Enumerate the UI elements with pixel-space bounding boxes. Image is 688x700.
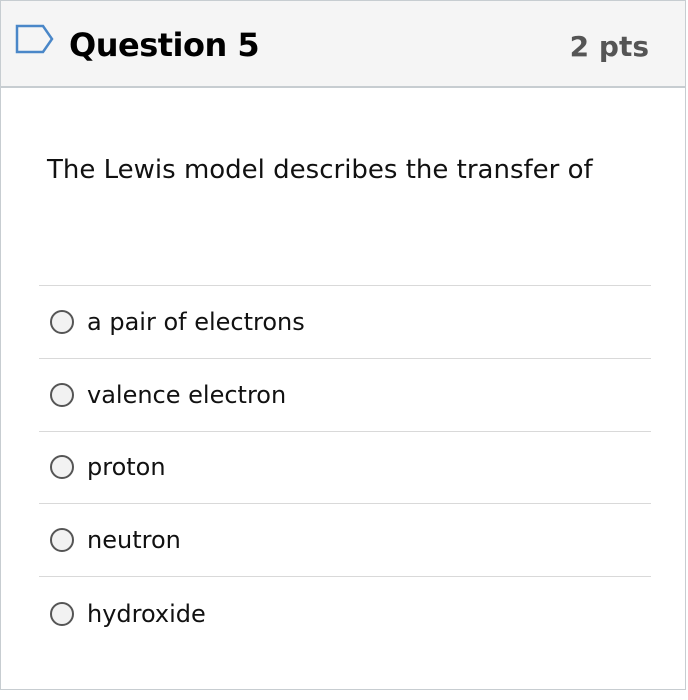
answer-option[interactable]: valence electron — [39, 359, 651, 432]
question-title: Question 5 — [69, 26, 260, 64]
question-points: 2 pts — [569, 30, 649, 63]
radio-button[interactable] — [50, 455, 74, 480]
question-header: Question 5 2 pts — [1, 1, 685, 88]
answer-option[interactable]: proton — [39, 432, 651, 505]
answer-label: proton — [87, 453, 166, 482]
answer-label: neutron — [87, 526, 181, 555]
answer-label: hydroxide — [87, 599, 206, 628]
answer-option[interactable]: hydroxide — [39, 577, 651, 650]
answer-option[interactable]: neutron — [39, 504, 651, 578]
question-text: The Lewis model describes the transfer o… — [47, 155, 593, 185]
answer-label: a pair of electrons — [87, 307, 305, 336]
radio-button[interactable] — [50, 601, 74, 626]
answer-option[interactable]: a pair of electrons — [39, 286, 651, 359]
answer-list: a pair of electrons valence electron pro… — [39, 285, 651, 650]
answer-label: valence electron — [87, 380, 287, 409]
page-bottom — [0, 690, 688, 700]
bookmark-flag-icon[interactable] — [15, 22, 55, 56]
radio-button[interactable] — [50, 382, 74, 407]
radio-button[interactable] — [50, 528, 74, 553]
radio-button[interactable] — [50, 309, 74, 334]
question-card: Question 5 2 pts The Lewis model describ… — [0, 0, 686, 690]
